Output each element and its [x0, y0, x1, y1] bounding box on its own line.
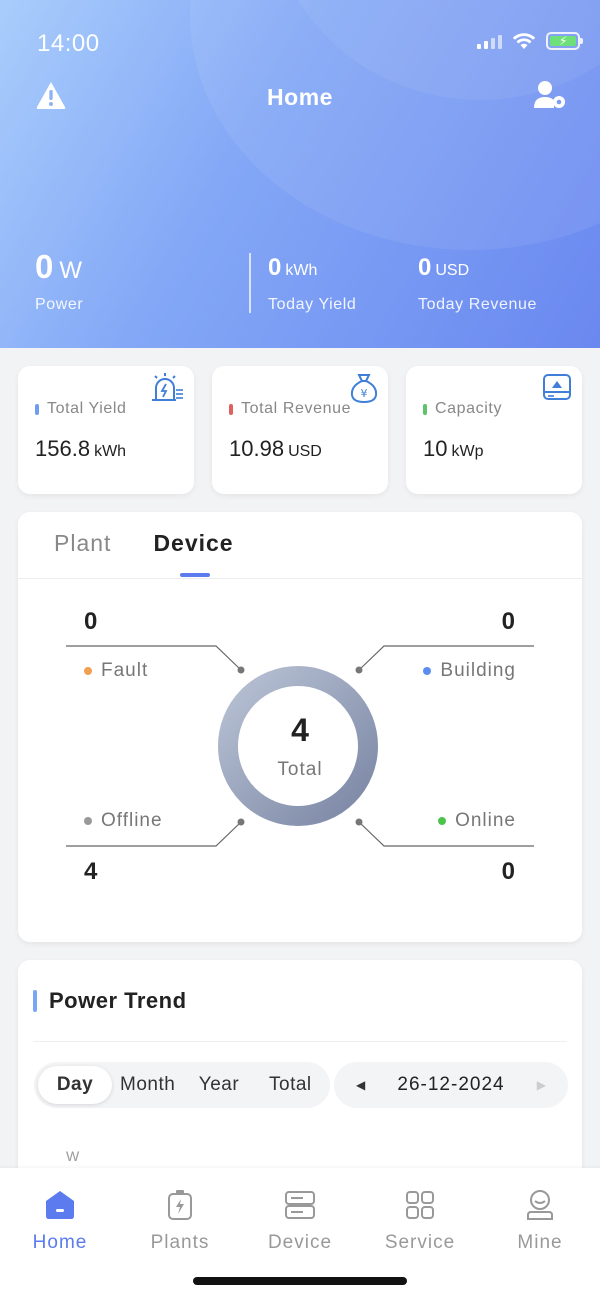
home-indicator[interactable] — [193, 1277, 407, 1285]
device-status-card: Plant Device 4 Total 0 Fault 0 Building … — [18, 512, 582, 942]
today-revenue-metric: 0 USD Today Revenue — [418, 254, 537, 314]
money-bag-icon: ¥ — [348, 372, 380, 409]
header-divider — [249, 253, 251, 313]
power-metric: 0W Power — [35, 248, 83, 314]
battery-icon: ⚡ — [546, 32, 583, 50]
divider — [33, 1041, 567, 1042]
total-revenue-value: 10.98 USD — [229, 436, 322, 461]
power-unit: W — [59, 257, 83, 284]
online-label[interactable]: Online — [438, 810, 516, 832]
status-icons: ⚡ — [477, 32, 583, 50]
period-selector: Day Month Year Total — [34, 1062, 330, 1108]
signal-icon — [477, 33, 502, 49]
profile-icon — [480, 1188, 600, 1222]
nav-label: Mine — [517, 1232, 563, 1253]
total-revenue-label: Total Revenue — [229, 400, 351, 418]
device-total-label: Total — [277, 759, 323, 780]
capacity-box-icon — [542, 372, 572, 407]
user-settings-icon[interactable] — [533, 80, 567, 115]
period-month[interactable]: Month — [112, 1066, 183, 1104]
title-accent-bar — [33, 990, 37, 1012]
capacity-label: Capacity — [423, 400, 502, 418]
today-revenue-unit: USD — [435, 262, 470, 279]
status-time: 14:00 — [37, 30, 100, 57]
today-yield-label: Today Yield — [268, 296, 357, 313]
power-value: 0 — [35, 248, 54, 285]
legend-marker — [84, 817, 92, 825]
today-yield-metric: 0 kWh Today Yield — [268, 254, 356, 314]
today-yield-value: 0 — [268, 254, 282, 281]
page-title: Home — [267, 84, 333, 110]
legend-marker — [35, 403, 39, 415]
nav-device[interactable]: Device — [240, 1188, 360, 1254]
legend-marker — [84, 667, 92, 675]
selected-date[interactable]: 26-12-2024 — [397, 1074, 504, 1096]
period-total[interactable]: Total — [255, 1066, 326, 1104]
nav-mine[interactable]: Mine — [480, 1188, 600, 1254]
total-yield-card[interactable]: Total Yield 156.8 kWh — [18, 366, 194, 494]
nav-plants[interactable]: Plants — [120, 1188, 240, 1254]
capacity-card[interactable]: Capacity 10 kWp — [406, 366, 582, 494]
legend-marker — [423, 403, 427, 415]
today-revenue-value: 0 — [418, 254, 432, 281]
fault-count: 0 — [84, 608, 98, 635]
nav-service[interactable]: Service — [360, 1188, 480, 1254]
offline-count: 4 — [84, 858, 98, 885]
building-count: 0 — [501, 608, 515, 635]
total-revenue-card[interactable]: ¥ Total Revenue 10.98 USD — [212, 366, 388, 494]
capacity-value: 10 kWp — [423, 436, 484, 461]
building-label[interactable]: Building — [423, 660, 516, 682]
nav-label: Service — [384, 1232, 456, 1253]
device-total-value: 4 — [291, 712, 309, 748]
total-yield-value: 156.8 kWh — [35, 436, 127, 461]
service-grid-icon — [360, 1188, 480, 1222]
svg-text:¥: ¥ — [361, 387, 368, 400]
online-count: 0 — [501, 858, 515, 885]
power-label: Power — [35, 296, 84, 313]
prev-date-arrow-icon[interactable]: ◀ — [356, 1078, 365, 1092]
solar-alarm-icon — [150, 372, 184, 409]
nav-label: Device — [267, 1232, 333, 1253]
next-date-arrow-icon[interactable]: ▶ — [537, 1078, 546, 1092]
nav-label: Plants — [150, 1232, 210, 1253]
today-yield-unit: kWh — [285, 262, 318, 279]
total-yield-label: Total Yield — [35, 400, 127, 418]
device-icon — [240, 1188, 360, 1222]
offline-label[interactable]: Offline — [84, 810, 163, 832]
legend-marker — [229, 403, 233, 415]
period-day[interactable]: Day — [38, 1066, 112, 1104]
legend-marker — [423, 667, 432, 675]
today-revenue-label: Today Revenue — [418, 296, 537, 313]
fault-label[interactable]: Fault — [84, 660, 148, 682]
plants-icon — [120, 1188, 240, 1222]
home-icon — [0, 1188, 120, 1222]
header-banner: 14:00 ⚡ Home 0W Power 0 kWh Today Yield … — [0, 0, 600, 348]
chart-y-unit: W — [66, 1148, 80, 1164]
power-trend-title: Power Trend — [33, 988, 187, 1014]
legend-marker — [438, 817, 447, 825]
date-picker[interactable]: ◀ 26-12-2024 ▶ — [334, 1062, 568, 1108]
nav-home[interactable]: Home — [0, 1188, 120, 1254]
wifi-icon — [512, 33, 536, 49]
period-year[interactable]: Year — [183, 1066, 254, 1104]
nav-label: Home — [32, 1232, 88, 1253]
